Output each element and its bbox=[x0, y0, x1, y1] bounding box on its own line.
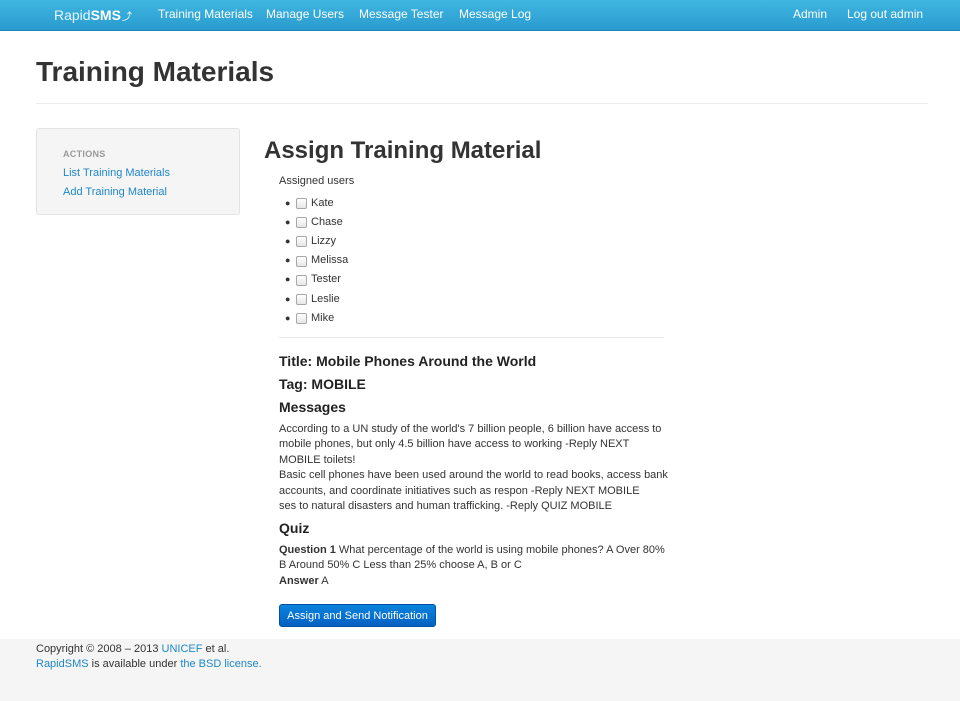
bsd-license-link[interactable]: the BSD license. bbox=[180, 658, 261, 670]
answer-label: Answer bbox=[279, 574, 319, 587]
content-divider bbox=[279, 337, 664, 338]
nav-admin[interactable]: Admin bbox=[793, 7, 827, 21]
top-navbar: RapidSMS⤴ Training Materials Manage User… bbox=[0, 0, 960, 31]
quiz-heading: Quiz bbox=[279, 520, 310, 536]
sidebar-header: ACTIONS bbox=[63, 149, 106, 159]
bullet-icon: ● bbox=[285, 255, 291, 266]
question-label: Question 1 bbox=[279, 544, 336, 556]
user-item-tester: ● Tester bbox=[285, 270, 348, 289]
material-tag: Tag: MOBILE bbox=[279, 376, 366, 392]
actions-sidebar: ACTIONS List Training Materials Add Trai… bbox=[36, 128, 240, 215]
brand-suffix: SMS bbox=[90, 7, 121, 23]
user-item-mike: ● Mike bbox=[285, 308, 348, 327]
user-item-chase: ● Chase bbox=[285, 212, 348, 231]
user-item-lizzy: ● Lizzy bbox=[285, 231, 348, 250]
messages-heading: Messages bbox=[279, 399, 346, 415]
nav-training-materials[interactable]: Training Materials bbox=[158, 7, 253, 21]
user-label-mike: Mike bbox=[311, 311, 335, 324]
footer: Copyright © 2008 – 2013 UNICEF et al. Ra… bbox=[0, 639, 960, 701]
copyright-prefix: Copyright © 2008 – 2013 bbox=[36, 643, 162, 655]
answer-text: A bbox=[318, 574, 329, 587]
brand-prefix: Rapid bbox=[54, 7, 91, 23]
user-checkbox-chase[interactable] bbox=[296, 217, 307, 229]
message-2: Basic cell phones have been used around … bbox=[279, 469, 668, 497]
user-item-melissa: ● Melissa bbox=[285, 251, 348, 270]
copyright-line: Copyright © 2008 – 2013 UNICEF et al. bbox=[36, 643, 229, 655]
section-title: Assign Training Material bbox=[264, 137, 542, 164]
user-label-tester: Tester bbox=[311, 273, 341, 286]
user-item-kate: ● Kate bbox=[285, 193, 348, 212]
bullet-icon: ● bbox=[285, 197, 291, 208]
bullet-icon: ● bbox=[285, 235, 291, 246]
user-checkbox-leslie[interactable] bbox=[296, 294, 307, 306]
bullet-icon: ● bbox=[285, 293, 291, 304]
user-label-lizzy: Lizzy bbox=[311, 234, 337, 247]
user-label-chase: Chase bbox=[311, 215, 343, 228]
assigned-users-label: Assigned users bbox=[279, 175, 355, 187]
signal-icon: ⤴ bbox=[121, 12, 132, 23]
nav-message-log[interactable]: Message Log bbox=[459, 7, 531, 21]
rapidsms-logo[interactable]: RapidSMS⤴ bbox=[54, 7, 132, 23]
bullet-icon: ● bbox=[285, 216, 291, 227]
user-checkbox-melissa[interactable] bbox=[296, 255, 307, 267]
material-title: Title: Mobile Phones Around the World bbox=[279, 353, 537, 369]
assigned-users-list: ● Kate ● Chase ● Lizzy ● Melissa ● Teste… bbox=[285, 193, 348, 327]
message-3: ses to natural disasters and human traff… bbox=[279, 500, 612, 513]
question-text: What percentage of the world is using mo… bbox=[279, 544, 665, 572]
available-text: is available under bbox=[88, 658, 181, 670]
bullet-icon: ● bbox=[285, 312, 291, 323]
user-checkbox-mike[interactable] bbox=[296, 313, 307, 325]
nav-manage-users[interactable]: Manage Users bbox=[266, 7, 344, 21]
title-divider bbox=[36, 103, 928, 104]
nav-message-tester[interactable]: Message Tester bbox=[359, 7, 444, 21]
user-checkbox-tester[interactable] bbox=[296, 274, 307, 286]
unicef-link[interactable]: UNICEF bbox=[162, 643, 203, 655]
user-label-kate: Kate bbox=[311, 196, 334, 209]
nav-logout[interactable]: Log out admin bbox=[847, 7, 923, 21]
quiz-question: Question 1 What percentage of the world … bbox=[279, 543, 669, 574]
rapidsms-link[interactable]: RapidSMS bbox=[36, 658, 89, 670]
user-label-melissa: Melissa bbox=[311, 254, 349, 267]
copyright-suffix: et al. bbox=[202, 643, 230, 655]
quiz-body: Question 1 What percentage of the world … bbox=[279, 543, 669, 589]
user-item-leslie: ● Leslie bbox=[285, 289, 348, 308]
user-checkbox-lizzy[interactable] bbox=[296, 236, 307, 248]
license-line: RapidSMS is available under the BSD lice… bbox=[36, 658, 262, 670]
assign-and-notify-button[interactable]: Assign and Send Notification bbox=[279, 604, 436, 627]
bullet-icon: ● bbox=[285, 274, 291, 285]
messages-body: According to a UN study of the world's 7… bbox=[279, 422, 669, 514]
page-title: Training Materials bbox=[36, 56, 275, 87]
quiz-answer: Answer A bbox=[279, 574, 669, 589]
message-1: According to a UN study of the world's 7… bbox=[279, 423, 662, 466]
user-label-leslie: Leslie bbox=[311, 292, 340, 305]
sidebar-link-add-training-material[interactable]: Add Training Material bbox=[63, 186, 167, 198]
sidebar-link-list-training-materials[interactable]: List Training Materials bbox=[63, 167, 170, 179]
user-checkbox-kate[interactable] bbox=[296, 198, 307, 210]
